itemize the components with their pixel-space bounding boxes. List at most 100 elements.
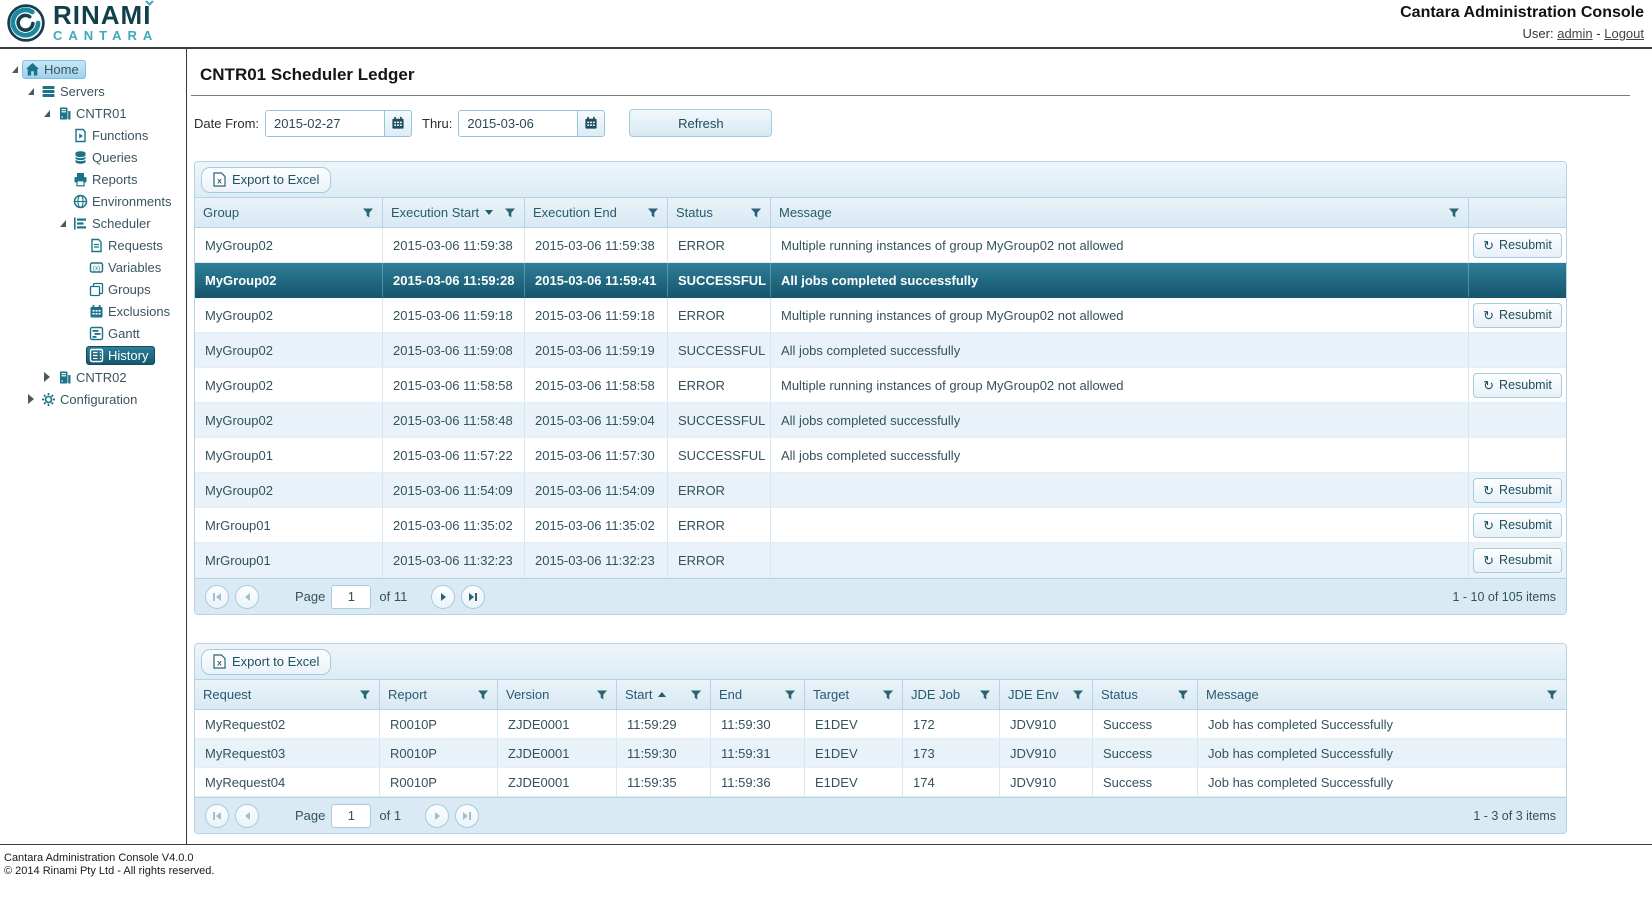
sidebar-item-home[interactable]: Home — [6, 58, 186, 80]
table-row[interactable]: MyRequest02 R0010P ZJDE0001 11:59:29 11:… — [195, 710, 1566, 739]
filter-icon[interactable] — [1546, 689, 1558, 701]
sidebar-item-functions[interactable]: Functions — [6, 124, 186, 146]
resubmit-button[interactable]: ↻Resubmit — [1473, 513, 1562, 538]
user-separator: - — [1596, 26, 1600, 41]
expand-caret[interactable] — [40, 372, 54, 382]
calendar-icon — [584, 116, 598, 130]
pager-prev-button[interactable] — [235, 585, 259, 609]
pager-last-button[interactable] — [461, 585, 485, 609]
sidebar-item-history[interactable]: History — [6, 344, 186, 366]
resubmit-button[interactable]: ↻Resubmit — [1473, 303, 1562, 328]
column-header-message[interactable]: Message — [771, 198, 1469, 227]
table-row[interactable]: MyGroup01 2015-03-06 11:57:22 2015-03-06… — [195, 438, 1566, 473]
column-header-target[interactable]: Target — [805, 680, 903, 709]
sidebar-item-queries[interactable]: Queries — [6, 146, 186, 168]
filter-icon[interactable] — [979, 689, 991, 701]
column-header-group[interactable]: Group — [195, 198, 383, 227]
expand-caret[interactable] — [40, 110, 54, 117]
thru-input[interactable] — [459, 111, 577, 136]
sidebar-tree: Home Servers CNTR01 Functions — [0, 49, 187, 844]
groups-icon — [89, 282, 104, 297]
resubmit-button[interactable]: ↻Resubmit — [1473, 233, 1562, 258]
table-row[interactable]: MyGroup02 2015-03-06 11:58:58 2015-03-06… — [195, 368, 1566, 403]
column-header-execution-end[interactable]: Execution End — [525, 198, 668, 227]
filter-icon[interactable] — [1448, 207, 1460, 219]
page-number-input[interactable] — [331, 804, 371, 828]
column-header-end[interactable]: End — [711, 680, 805, 709]
filter-icon[interactable] — [784, 689, 796, 701]
page-number-input[interactable] — [331, 585, 371, 609]
export-to-excel-button[interactable]: x Export to Excel — [201, 167, 331, 193]
pager-next-button[interactable] — [431, 585, 455, 609]
filter-icon[interactable] — [690, 689, 702, 701]
sidebar-item-configuration[interactable]: Configuration — [6, 388, 186, 410]
table-row[interactable]: MyGroup02 2015-03-06 11:54:09 2015-03-06… — [195, 473, 1566, 508]
filter-icon[interactable] — [477, 689, 489, 701]
sidebar-item-exclusions[interactable]: Exclusions — [6, 300, 186, 322]
pager-next-button[interactable] — [425, 804, 449, 828]
reports-icon — [73, 172, 88, 187]
pager-prev-button[interactable] — [235, 804, 259, 828]
sidebar-item-gantt[interactable]: Gantt — [6, 322, 186, 344]
filter-icon[interactable] — [1177, 689, 1189, 701]
expand-caret[interactable] — [8, 66, 22, 73]
pager-first-button[interactable] — [205, 804, 229, 828]
column-header-actions — [1469, 198, 1566, 227]
pager-first-button[interactable] — [205, 585, 229, 609]
column-header-status[interactable]: Status — [668, 198, 771, 227]
expand-caret[interactable] — [56, 220, 70, 227]
sidebar-item-reports[interactable]: Reports — [6, 168, 186, 190]
table-row[interactable]: MrGroup01 2015-03-06 11:35:02 2015-03-06… — [195, 508, 1566, 543]
column-header-status[interactable]: Status — [1093, 680, 1198, 709]
filter-icon[interactable] — [882, 689, 894, 701]
ledger-grid-toolbar: x Export to Excel — [195, 162, 1566, 198]
calendar-icon — [391, 116, 405, 130]
table-row[interactable]: MyGroup02 2015-03-06 11:58:48 2015-03-06… — [195, 403, 1566, 438]
table-row[interactable]: MyRequest04 R0010P ZJDE0001 11:59:35 11:… — [195, 768, 1566, 797]
column-header-jde-env[interactable]: JDE Env — [1000, 680, 1093, 709]
filter-icon[interactable] — [359, 689, 371, 701]
column-header-report[interactable]: Report — [380, 680, 498, 709]
date-from-calendar-button[interactable] — [384, 111, 411, 136]
sidebar-item-variables[interactable]: (x) Variables — [6, 256, 186, 278]
thru-calendar-button[interactable] — [577, 111, 604, 136]
resubmit-button[interactable]: ↻Resubmit — [1473, 373, 1562, 398]
sidebar-item-requests[interactable]: Requests — [6, 234, 186, 256]
user-name-link[interactable]: admin — [1557, 26, 1592, 41]
table-row[interactable]: MyGroup02 2015-03-06 11:59:38 2015-03-06… — [195, 228, 1566, 263]
resubmit-button[interactable]: ↻Resubmit — [1473, 478, 1562, 503]
logout-link[interactable]: Logout — [1604, 26, 1644, 41]
table-row[interactable]: MyRequest03 R0010P ZJDE0001 11:59:30 11:… — [195, 739, 1566, 768]
date-from-label: Date From: — [194, 116, 259, 131]
pager-items-count: 1 - 3 of 3 items — [1473, 809, 1556, 823]
filter-icon[interactable] — [647, 207, 659, 219]
sidebar-item-scheduler[interactable]: Scheduler — [6, 212, 186, 234]
table-row[interactable]: MyGroup02 2015-03-06 11:59:18 2015-03-06… — [195, 298, 1566, 333]
filter-icon[interactable] — [504, 207, 516, 219]
column-header-request[interactable]: Request — [195, 680, 380, 709]
table-row[interactable]: MyGroup02 2015-03-06 11:59:08 2015-03-06… — [195, 333, 1566, 368]
expand-caret[interactable] — [24, 88, 38, 95]
sidebar-item-servers[interactable]: Servers — [6, 80, 186, 102]
sidebar-item-cntr02[interactable]: CNTR02 — [6, 366, 186, 388]
filter-icon[interactable] — [750, 207, 762, 219]
filter-icon[interactable] — [596, 689, 608, 701]
sidebar-item-groups[interactable]: Groups — [6, 278, 186, 300]
filter-icon[interactable] — [362, 207, 374, 219]
resubmit-button[interactable]: ↻Resubmit — [1473, 548, 1562, 573]
date-from-input[interactable] — [266, 111, 384, 136]
expand-caret[interactable] — [24, 394, 38, 404]
refresh-button[interactable]: Refresh — [629, 109, 772, 137]
column-header-execution-start[interactable]: Execution Start — [383, 198, 525, 227]
sidebar-item-environments[interactable]: Environments — [6, 190, 186, 212]
column-header-start[interactable]: Start — [617, 680, 711, 709]
table-row[interactable]: MrGroup01 2015-03-06 11:32:23 2015-03-06… — [195, 543, 1566, 578]
filter-icon[interactable] — [1072, 689, 1084, 701]
export-to-excel-button[interactable]: x Export to Excel — [201, 649, 331, 675]
pager-last-button[interactable] — [455, 804, 479, 828]
column-header-message[interactable]: Message — [1198, 680, 1566, 709]
sidebar-item-cntr01[interactable]: CNTR01 — [6, 102, 186, 124]
column-header-version[interactable]: Version — [498, 680, 617, 709]
table-row-selected[interactable]: MyGroup02 2015-03-06 11:59:28 2015-03-06… — [195, 263, 1566, 298]
column-header-jde-job[interactable]: JDE Job — [903, 680, 1000, 709]
